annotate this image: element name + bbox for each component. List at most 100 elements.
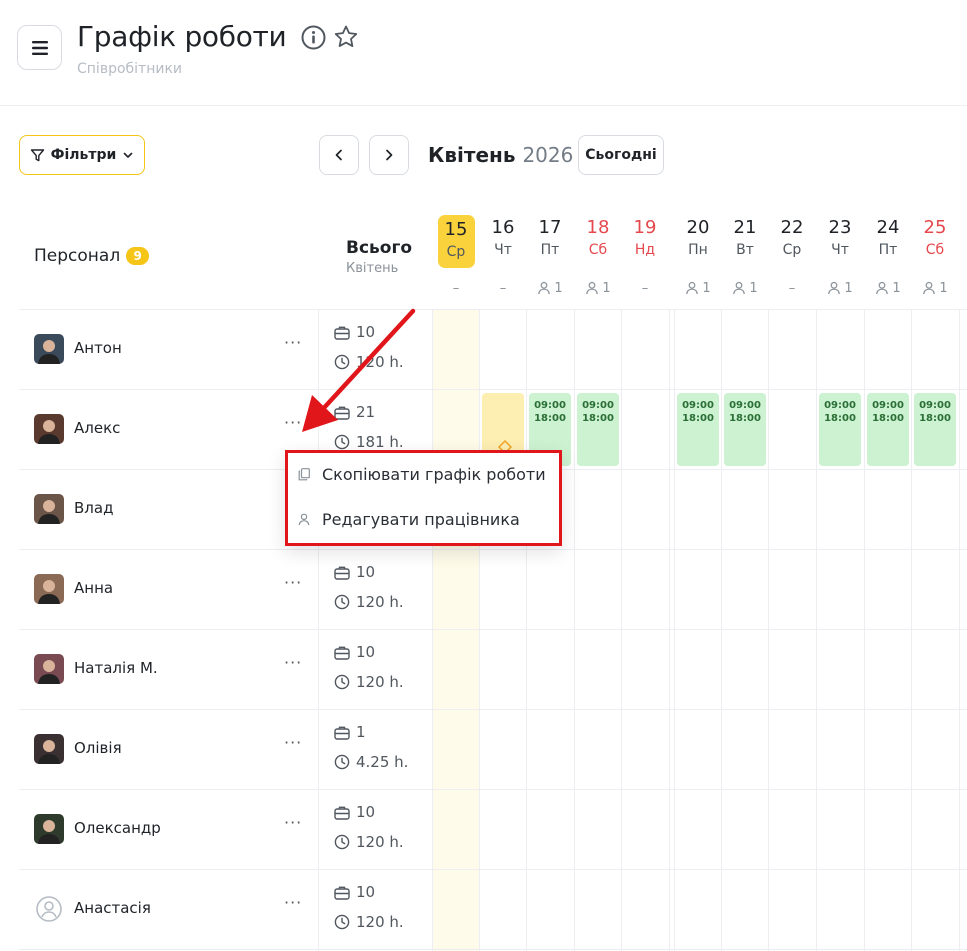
shift-count: 10 (334, 643, 375, 661)
row-actions-button[interactable]: ··· (284, 333, 302, 352)
filters-button[interactable]: Фільтри (19, 135, 145, 175)
employee-name[interactable]: Алекс (74, 419, 120, 437)
day-header-25[interactable]: 25 Сб (914, 215, 956, 263)
day-header-18[interactable]: 18 Сб (577, 215, 619, 263)
day-weekday: Сб (588, 242, 608, 258)
grid-line (318, 309, 319, 951)
day-header-21[interactable]: 21 Вт (724, 215, 766, 263)
day-box: 18 Сб (577, 215, 619, 263)
today-column-highlight (432, 309, 479, 951)
shift-cell[interactable]: 09:00 18:00 (867, 393, 909, 466)
day-box: 16 Чт (482, 215, 524, 263)
clock-icon (334, 594, 350, 610)
day-box: 21 Вт (724, 215, 766, 263)
row-actions-button[interactable]: ··· (284, 893, 302, 912)
row-actions-button[interactable]: ··· (284, 813, 302, 832)
day-number: 23 (828, 217, 852, 238)
shift-end: 18:00 (872, 413, 904, 424)
menu-button[interactable] (17, 25, 62, 70)
shift-end: 18:00 (729, 413, 761, 424)
avatar-photo-icon (38, 340, 60, 364)
shift-count: 10 (334, 563, 375, 581)
shift-start: 09:00 (919, 400, 951, 411)
next-period-button[interactable] (369, 135, 409, 175)
day-weekday: Чт (831, 242, 849, 258)
avatar-photo-icon (38, 420, 60, 444)
day-weekday: Пн (688, 242, 708, 258)
employee-name[interactable]: Наталія М. (74, 659, 158, 677)
day-staff-count: – (621, 279, 669, 297)
edit-employee-menu-item[interactable]: Редагувати працівника (298, 510, 520, 529)
shift-cell[interactable]: 09:00 18:00 (724, 393, 766, 466)
chevron-right-icon (386, 149, 393, 161)
day-number: 19 (633, 217, 657, 238)
employee-name[interactable]: Влад (74, 499, 113, 517)
briefcase-icon (334, 806, 350, 820)
day-number: 17 (538, 217, 562, 238)
info-icon[interactable] (301, 25, 326, 50)
row-actions-button[interactable]: ··· (284, 413, 302, 432)
shift-cell[interactable]: 09:00 18:00 (577, 393, 619, 466)
avatar (34, 814, 64, 844)
grid-line (19, 949, 967, 950)
employee-name[interactable]: Анна (74, 579, 113, 597)
row-actions-button[interactable]: ··· (284, 653, 302, 672)
employee-name[interactable]: Олександр (74, 819, 161, 837)
day-count-value: 1 (602, 280, 611, 296)
shift-start: 09:00 (729, 400, 761, 411)
avatar (34, 414, 64, 444)
prev-period-button[interactable] (319, 135, 359, 175)
month-name: Квітень (428, 143, 516, 167)
day-header-24[interactable]: 24 Пт (867, 215, 909, 263)
day-header-22[interactable]: 22 Ср (771, 215, 813, 263)
filters-label: Фільтри (50, 147, 117, 163)
briefcase-icon (334, 326, 350, 340)
shift-count-value: 10 (356, 643, 376, 661)
hours-total: 120 h. (334, 673, 404, 691)
employee-name[interactable]: Антон (74, 339, 122, 357)
breadcrumb[interactable]: Співробітники (77, 61, 182, 77)
hamburger-icon (31, 40, 48, 55)
grid-line (19, 629, 967, 630)
shift-cell[interactable]: 09:00 18:00 (677, 393, 719, 466)
staff-label: Персонал (34, 246, 121, 266)
chevron-left-icon (335, 149, 342, 161)
shift-cell[interactable]: 09:00 18:00 (914, 393, 956, 466)
employee-name[interactable]: Олівія (74, 739, 122, 757)
shift-start: 09:00 (872, 400, 904, 411)
day-count-value: – (641, 280, 649, 296)
day-header-23[interactable]: 23 Чт (819, 215, 861, 263)
avatar-photo-icon (38, 660, 60, 684)
page-header: Графік роботи Співробітники (0, 0, 967, 106)
row-actions-button[interactable]: ··· (284, 733, 302, 752)
avatar (34, 654, 64, 684)
avatar (34, 734, 64, 764)
shift-start: 09:00 (682, 400, 714, 411)
day-header-15[interactable]: 15 Ср (435, 215, 477, 268)
day-count-value: 1 (844, 280, 853, 296)
shift-cell[interactable]: 09:00 18:00 (819, 393, 861, 466)
day-count-value: 1 (554, 280, 563, 296)
employee-name[interactable]: Анастасія (74, 899, 151, 917)
avatar-photo-icon (38, 740, 60, 764)
day-header-17[interactable]: 17 Пт (529, 215, 571, 263)
day-weekday: Сб (925, 242, 945, 258)
hours-value: 120 h. (356, 913, 404, 931)
shift-count-value: 1 (356, 723, 366, 741)
row-actions-button[interactable]: ··· (284, 573, 302, 592)
grid-line (19, 709, 967, 710)
shift-count: 1 (334, 723, 366, 741)
day-box: 23 Чт (819, 215, 861, 263)
day-header-20[interactable]: 20 Пн (677, 215, 719, 263)
day-staff-count: 1 (674, 279, 722, 297)
today-button[interactable]: Сьогодні (578, 135, 664, 175)
day-header-16[interactable]: 16 Чт (482, 215, 524, 263)
shift-count: 10 (334, 803, 375, 821)
day-box: 17 Пт (529, 215, 571, 263)
day-box: 22 Ср (771, 215, 813, 263)
month-year: 2026 (522, 143, 574, 167)
day-header-19[interactable]: 19 Нд (624, 215, 666, 263)
copy-schedule-menu-item[interactable]: Скопіювати графік роботи (298, 465, 546, 484)
star-icon[interactable] (333, 24, 359, 50)
grid-line (574, 309, 575, 951)
